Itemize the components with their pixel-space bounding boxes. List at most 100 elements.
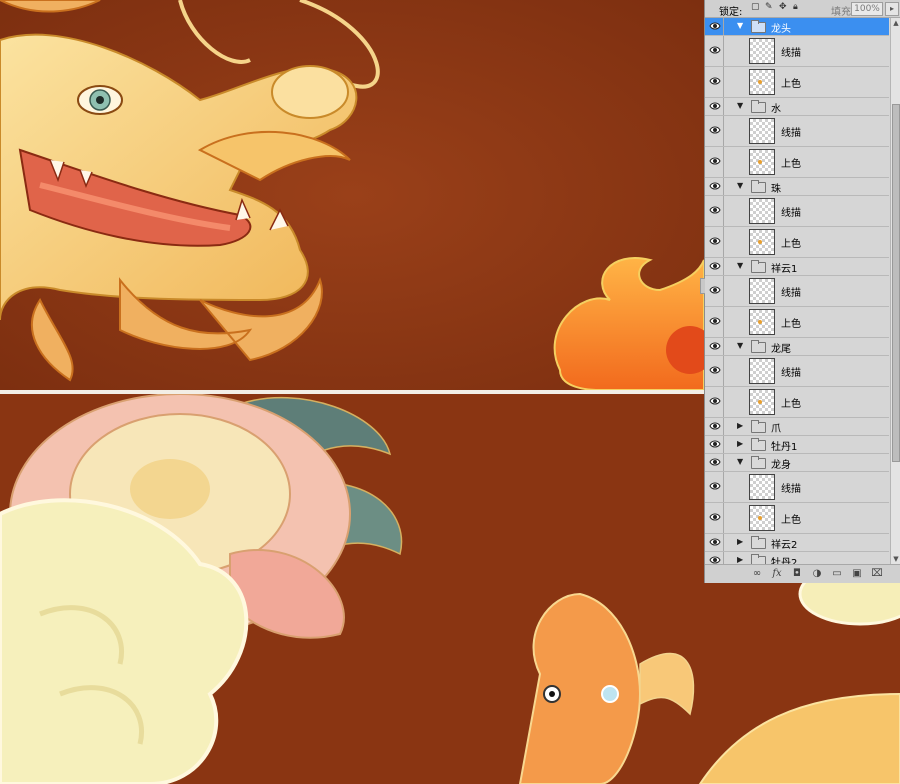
expand-triangle-icon[interactable]: ▶ — [737, 421, 743, 431]
collapse-triangle-icon[interactable]: ▼ — [737, 341, 743, 351]
layer-row[interactable]: 线描 — [705, 276, 889, 307]
layer-row[interactable]: 上色 — [705, 387, 889, 418]
scroll-thumb[interactable] — [892, 104, 900, 462]
row-separator — [723, 454, 724, 471]
visibility-eye-icon[interactable] — [709, 396, 721, 406]
layer-thumbnail — [749, 389, 775, 415]
layer-group-row[interactable]: ▶ 牡丹1 — [705, 436, 889, 454]
layer-group-name: 牡丹1 — [771, 442, 798, 453]
layer-row[interactable]: 上色 — [705, 227, 889, 258]
lock-brush-icon[interactable]: ✎ — [765, 3, 774, 12]
visibility-eye-icon[interactable] — [709, 481, 721, 491]
thumbnail-color-spot — [758, 400, 762, 404]
layer-group-row[interactable]: ▶ 祥云2 — [705, 534, 889, 552]
layer-row[interactable]: 线描 — [705, 196, 889, 227]
folder-icon — [751, 456, 766, 469]
layer-group-row[interactable]: ▶ 爪 — [705, 418, 889, 436]
layer-group-row[interactable]: ▼ 龙尾 — [705, 338, 889, 356]
folder-icon — [751, 100, 766, 113]
expand-triangle-icon[interactable]: ▶ — [737, 537, 743, 547]
layer-group-row[interactable]: ▼ 龙身 — [705, 454, 889, 472]
new-layer-icon[interactable]: ▣ — [851, 568, 863, 580]
visibility-eye-icon[interactable] — [709, 76, 721, 86]
layer-row[interactable]: 上色 — [705, 147, 889, 178]
link-icon[interactable]: ∞ — [751, 568, 763, 580]
new-group-icon[interactable]: ▭ — [831, 568, 843, 580]
collapse-triangle-icon[interactable]: ▼ — [737, 101, 743, 111]
adjustment-icon[interactable]: ◑ — [811, 568, 823, 580]
visibility-eye-icon[interactable] — [709, 236, 721, 246]
fill-input[interactable]: 100% — [851, 2, 883, 16]
visibility-eye-icon[interactable] — [709, 181, 721, 191]
thumbnail-color-spot — [758, 160, 762, 164]
layer-row[interactable]: 线描 — [705, 472, 889, 503]
layer-row[interactable]: 线描 — [705, 356, 889, 387]
layer-name: 线描 — [781, 368, 801, 379]
layer-row[interactable]: 线描 — [705, 36, 889, 67]
layer-name: 线描 — [781, 208, 801, 219]
layer-group-name: 祥云2 — [771, 540, 798, 551]
layer-row[interactable]: 线描 — [705, 116, 889, 147]
row-separator — [723, 258, 724, 275]
visibility-eye-icon[interactable] — [709, 512, 721, 522]
layer-group-row[interactable]: ▼ 龙头 — [705, 18, 889, 36]
layer-thumbnail — [749, 118, 775, 144]
thumbnail-color-spot — [758, 516, 762, 520]
visibility-eye-icon[interactable] — [709, 439, 721, 449]
folder-icon — [751, 20, 766, 33]
row-separator — [723, 534, 724, 551]
row-separator — [723, 338, 724, 355]
visibility-eye-icon[interactable] — [709, 125, 721, 135]
fill-dropdown-arrow-icon[interactable]: ▸ — [885, 2, 899, 16]
visibility-eye-icon[interactable] — [709, 205, 721, 215]
layer-row[interactable]: 上色 — [705, 503, 889, 534]
layer-thumbnail — [749, 358, 775, 384]
visibility-eye-icon[interactable] — [709, 261, 721, 271]
visibility-eye-icon[interactable] — [709, 156, 721, 166]
layers-scrollbar[interactable]: ▲ ▼ — [890, 18, 900, 564]
visibility-eye-icon[interactable] — [709, 101, 721, 111]
row-separator — [723, 387, 724, 417]
row-separator — [723, 418, 724, 435]
layer-row[interactable]: 上色 — [705, 307, 889, 338]
visibility-eye-icon[interactable] — [709, 555, 721, 564]
layer-group-name: 水 — [771, 104, 781, 115]
layer-name: 线描 — [781, 288, 801, 299]
collapse-triangle-icon[interactable]: ▼ — [737, 181, 743, 191]
layer-group-row[interactable]: ▼ 祥云1 — [705, 258, 889, 276]
visibility-eye-icon[interactable] — [709, 537, 721, 547]
visibility-eye-icon[interactable] — [709, 316, 721, 326]
layers-panel: 锁定: ▢ ✎ ✥ 🔒︎ 填充: 100% ▸ ▼ 龙头 线描 上色 ▼ 水线描 上色 ▼ 珠线… — [700, 0, 900, 583]
visibility-eye-icon[interactable] — [709, 365, 721, 375]
layer-group-name: 祥云1 — [771, 264, 798, 275]
layer-group-row[interactable]: ▶ 牡丹2 — [705, 552, 889, 564]
scroll-down-arrow-icon[interactable]: ▼ — [891, 554, 900, 564]
row-separator — [723, 227, 724, 257]
lock-move-icon[interactable]: ✥ — [779, 3, 788, 12]
folder-icon — [751, 554, 766, 564]
layer-row[interactable]: 上色 — [705, 67, 889, 98]
fx-icon[interactable]: fx — [771, 568, 783, 580]
visibility-eye-icon[interactable] — [709, 21, 721, 31]
lock-all-icon[interactable]: 🔒︎ — [793, 3, 802, 12]
collapse-triangle-icon[interactable]: ▼ — [737, 21, 743, 31]
collapse-triangle-icon[interactable]: ▼ — [737, 457, 743, 467]
visibility-eye-icon[interactable] — [709, 341, 721, 351]
layer-group-row[interactable]: ▼ 珠 — [705, 178, 889, 196]
layer-group-row[interactable]: ▼ 水 — [705, 98, 889, 116]
scroll-up-arrow-icon[interactable]: ▲ — [891, 18, 900, 28]
folder-icon — [751, 420, 766, 433]
lock-transparent-icon[interactable]: ▢ — [751, 3, 760, 12]
visibility-eye-icon[interactable] — [709, 421, 721, 431]
expand-triangle-icon[interactable]: ▶ — [737, 555, 743, 564]
collapse-triangle-icon[interactable]: ▼ — [737, 261, 743, 271]
visibility-eye-icon[interactable] — [709, 285, 721, 295]
visibility-eye-icon[interactable] — [709, 457, 721, 467]
expand-triangle-icon[interactable]: ▶ — [737, 439, 743, 449]
row-separator — [723, 67, 724, 97]
mask-icon[interactable]: ◘ — [791, 568, 803, 580]
trash-icon[interactable]: ⌧ — [871, 568, 883, 580]
layer-thumbnail — [749, 198, 775, 224]
visibility-eye-icon[interactable] — [709, 45, 721, 55]
layer-name: 上色 — [781, 399, 801, 410]
